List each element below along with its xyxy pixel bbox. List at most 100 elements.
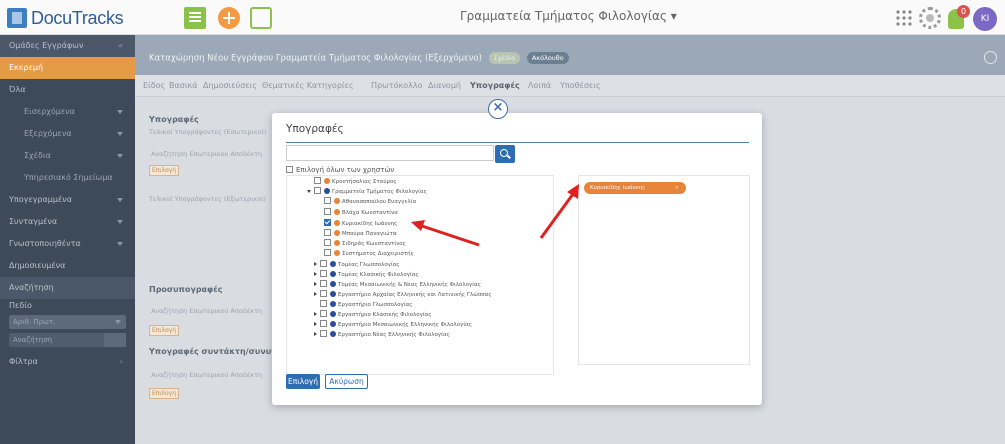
tree-item[interactable]: Εργαστήριο Μεσαιωνικής Ελληνικής Φιλολογ… (314, 320, 472, 329)
sidebar-item-label: Εξερχόμενα (24, 129, 72, 138)
checkbox[interactable] (314, 187, 321, 194)
avatar[interactable]: ΚΙ (973, 7, 997, 31)
documents-icon[interactable] (184, 7, 206, 29)
checkbox[interactable] (320, 290, 327, 297)
checkbox[interactable] (320, 270, 327, 277)
author-select-button[interactable]: Επιλογή (149, 388, 180, 399)
checkbox[interactable] (314, 177, 321, 184)
tree-item[interactable]: Εργαστήριο Γλωσσολογίας (320, 300, 412, 309)
tab-type[interactable]: Είδος (143, 81, 165, 90)
sidebar-item-label: Γνωστοποιηθέντα (9, 239, 81, 248)
caret-right-icon[interactable] (314, 312, 317, 316)
tab-categories[interactable]: Θεματικές Κατηγορίες (262, 81, 354, 90)
new-document-icon[interactable] (218, 7, 240, 29)
tree-item[interactable]: Γραμματεία Τμήματος Φιλολογίας (307, 187, 427, 196)
check-circle-icon[interactable] (984, 51, 997, 64)
apps-grid-icon[interactable] (895, 9, 913, 27)
sidebar-item-all[interactable]: Όλα (0, 79, 135, 101)
sidebar-search-input[interactable]: Αναζήτηση (9, 333, 126, 347)
caret-right-icon[interactable] (314, 322, 317, 326)
unit-icon (330, 311, 336, 317)
remove-icon[interactable]: × (674, 182, 679, 194)
signatures-modal: Υπογραφές Επιλογή όλων των χρηστών Κροντ… (272, 113, 762, 405)
sidebar-item-memo[interactable]: Υπηρεσιακό Σημείωμα (0, 167, 135, 189)
tab-cases[interactable]: Υποθέσεις (560, 81, 601, 90)
tree-item-label: Κυριακίδης Ιωάννης (342, 221, 398, 227)
select-button[interactable]: Επιλογή (286, 374, 320, 389)
tab-distribution[interactable]: Διανομή (428, 81, 461, 90)
sidebar-item-pending[interactable]: Εκκρεμή (0, 57, 135, 79)
clipboard-icon[interactable] (250, 7, 272, 29)
sidebar-item-notified[interactable]: Γνωστοποιηθέντα (0, 233, 135, 255)
tree-item[interactable]: Τομέας Κλασικής Φιλολογίας (314, 270, 419, 279)
checkbox[interactable] (324, 197, 331, 204)
tree-item[interactable]: Τομέας Μεσαιωνικής & Νέας Ελληνικής Φιλο… (314, 280, 481, 289)
tree-item[interactable]: Εργαστήριο Αρχαίας Ελληνικής και Λατινικ… (314, 290, 492, 299)
sidebar-item-drafts[interactable]: Σχέδια (0, 145, 135, 167)
selected-user-chip[interactable]: Κυριακίδης Ιωάννης × (584, 182, 686, 194)
select-all-checkbox[interactable]: Επιλογή όλων των χρηστών (286, 166, 394, 174)
checkbox[interactable] (320, 310, 327, 317)
sidebar-item-outgoing[interactable]: Εξερχόμενα (0, 123, 135, 145)
checkbox[interactable] (320, 320, 327, 327)
user-search-input[interactable] (286, 145, 494, 161)
tree-item[interactable]: Τομέας Γλωσσολογίας (314, 260, 400, 269)
search-icon[interactable] (104, 333, 126, 347)
field-select[interactable]: Αριθ. Πρωτ. (9, 315, 126, 329)
checkbox[interactable] (320, 330, 327, 337)
gear-icon[interactable] (919, 7, 941, 29)
tree-item-label: Συστήματος Διαχειριστής (342, 251, 414, 257)
sidebar-item-composed[interactable]: Συνταγμένα (0, 211, 135, 233)
caret-right-icon[interactable] (314, 282, 317, 286)
sidebar-item-signed[interactable]: Υπογεγραμμένα (0, 189, 135, 211)
tree-item[interactable]: Σιδηράς Κωνσταντίνος (324, 239, 406, 248)
unit-selector[interactable]: Γραμματεία Τμήματος Φιλολογίας ▾ (460, 9, 677, 23)
tree-item-selected[interactable]: Κυριακίδης Ιωάννης (324, 219, 397, 228)
sidebar-item-incoming[interactable]: Εισερχόμενα (0, 101, 135, 123)
tree-item-label: Κροντήσολιας Σταύρος (332, 179, 397, 185)
caret-right-icon[interactable] (314, 332, 317, 336)
app-logo[interactable]: DocuTracks (7, 6, 124, 30)
tab-basic[interactable]: Βασικά (169, 81, 198, 90)
sidebar-item-published[interactable]: Δημοσιευμένα (0, 255, 135, 277)
tab-publications[interactable]: Δημοσιεύσεις (203, 81, 257, 90)
checkbox[interactable] (324, 208, 331, 215)
tree-item[interactable]: Κροντήσολιας Σταύρος (314, 177, 397, 186)
tab-other[interactable]: Λοιπά (528, 81, 551, 90)
caret-right-icon[interactable] (314, 292, 317, 296)
tree-item[interactable]: Εργαστήριο Νέας Ελληνικής Φιλολογίας (314, 330, 450, 339)
chevron-right-icon: › (119, 357, 123, 366)
cancel-button[interactable]: Ακύρωση (325, 374, 368, 389)
checkbox[interactable] (324, 239, 331, 246)
tree-item[interactable]: Εργαστήριο Κλασικής Φιλολογίας (314, 310, 432, 319)
internal-select-button[interactable]: Επιλογή (149, 165, 180, 176)
top-bar: DocuTracks Γραμματεία Τμήματος Φιλολογία… (0, 0, 1005, 35)
sidebar-header[interactable]: Ομάδες Εγγράφων « (0, 35, 135, 57)
pre-select-button[interactable]: Επιλογή (149, 325, 180, 336)
checkbox[interactable] (324, 229, 331, 236)
sidebar-item-filters[interactable]: Φίλτρα › (0, 351, 135, 373)
checkbox[interactable] (286, 166, 293, 173)
collapse-icon[interactable]: « (118, 35, 123, 57)
checkbox[interactable] (320, 260, 327, 267)
close-icon[interactable]: × (488, 99, 508, 119)
search-button[interactable] (495, 145, 515, 163)
sidebar-item-search[interactable]: Αναζήτηση (0, 277, 135, 299)
caret-down-icon (117, 198, 123, 202)
pre-search-input[interactable]: Αναζήτηση Εσωτερικού Αποδέκτη (151, 307, 262, 315)
tree-item[interactable]: Συστήματος Διαχειριστής (324, 249, 414, 258)
author-search-input[interactable]: Αναζήτηση Εσωτερικού Αποδέκτη (151, 371, 262, 379)
caret-right-icon[interactable] (314, 262, 317, 266)
tab-signatures[interactable]: Υπογραφές (470, 81, 520, 90)
tab-protocol[interactable]: Πρωτόκολλο (371, 81, 422, 90)
tree-item[interactable]: Βλάχα Κωνσταντίνα (324, 208, 398, 217)
tree-item[interactable]: Αθανασοπούλου Ευαγγελία (324, 197, 416, 206)
checkbox[interactable] (324, 249, 331, 256)
internal-search-input[interactable]: Αναζήτηση Εσωτερικού Αποδέκτη (151, 150, 262, 158)
tree-item[interactable]: Μπούρα Παναγιώτα (324, 229, 397, 238)
checkbox[interactable] (320, 300, 327, 307)
caret-down-icon[interactable] (307, 190, 311, 193)
checkbox[interactable] (320, 280, 327, 287)
caret-right-icon[interactable] (314, 272, 317, 276)
checkbox-checked[interactable] (324, 219, 331, 226)
